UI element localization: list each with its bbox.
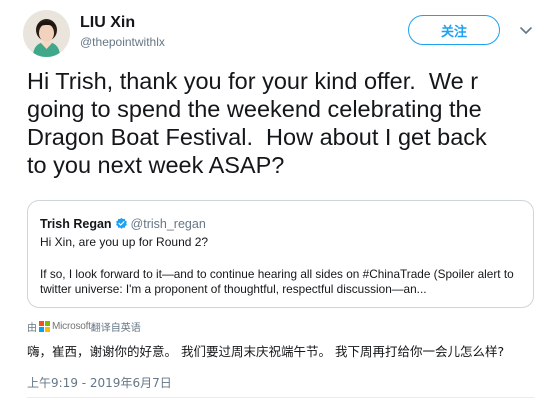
- quoted-text-line1: Hi Xin, are you up for Round 2?: [40, 235, 209, 249]
- avatar[interactable]: [23, 10, 70, 57]
- microsoft-logo-icon: [39, 321, 50, 332]
- author-handle[interactable]: @thepointwithlx: [80, 35, 165, 49]
- timestamp[interactable]: 上午9:19 - 2019年6月7日: [27, 374, 172, 391]
- translated-suffix: 翻译自英语: [90, 323, 141, 334]
- quoted-tweet[interactable]: Trish Regan @trish_regan Hi Xin, are you …: [27, 200, 534, 308]
- quoted-author-name: Trish Regan: [40, 217, 112, 231]
- translated-by: 由 Microsoft 翻译自英语: [27, 319, 141, 334]
- avatar-photo: [23, 10, 70, 57]
- quoted-text-body: If so, I look forward to it—and to conti…: [40, 267, 514, 296]
- more-options-chevron-down-icon[interactable]: [518, 24, 534, 38]
- translated-prefix: 由: [27, 323, 37, 334]
- translation-provider: Microsoft: [52, 321, 91, 332]
- quoted-author-handle: @trish_regan: [130, 217, 206, 231]
- divider: [27, 397, 534, 398]
- follow-button[interactable]: 关注: [408, 15, 500, 45]
- verified-badge-icon: [115, 217, 128, 233]
- quoted-author: Trish Regan @trish_regan: [40, 217, 206, 233]
- translated-text: 嗨，崔西，谢谢你的好意。 我们要过周末庆祝端午节。 我下周再打给你一会儿怎么样?: [27, 344, 505, 359]
- author-name[interactable]: LIU Xin: [80, 14, 135, 32]
- tweet-text: Hi Trish, thank you for your kind offer.…: [27, 68, 487, 178]
